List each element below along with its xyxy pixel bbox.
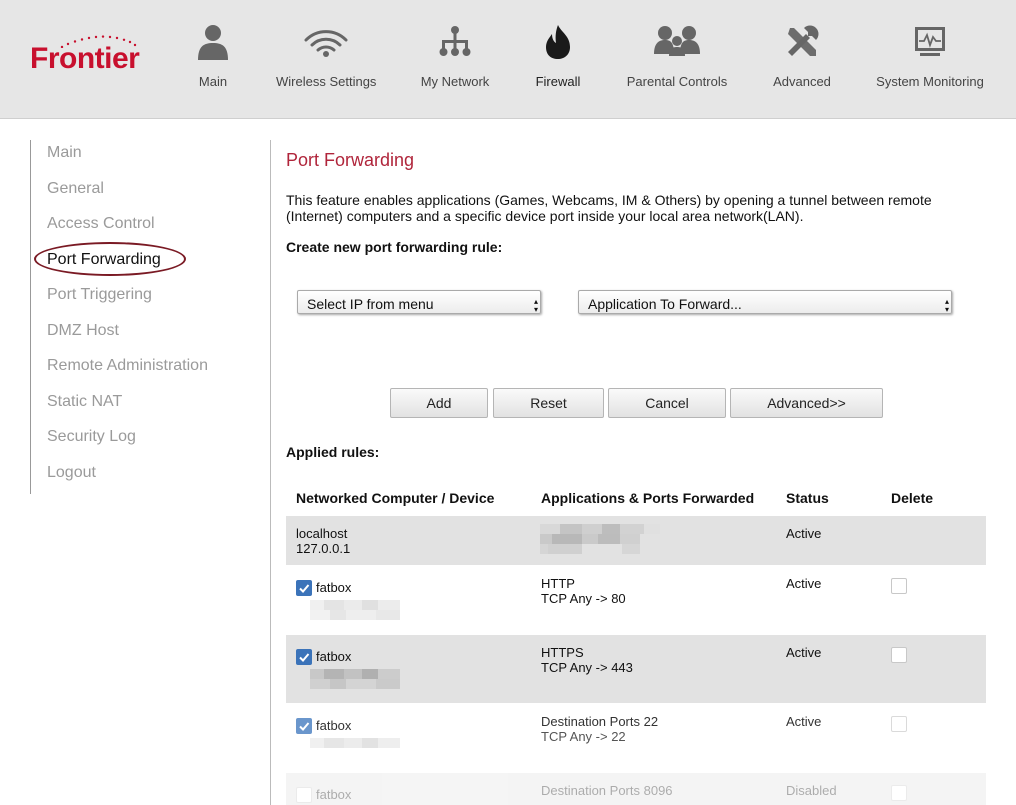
table-row: fatbox Destination Ports 8096 Disabled [286, 773, 986, 805]
rule-status: Active [786, 526, 822, 541]
nav-system-monitoring[interactable]: System Monitoring [875, 24, 985, 89]
redacted-ip [310, 669, 400, 689]
content-divider [270, 140, 271, 805]
advanced-button[interactable]: Advanced>> [730, 388, 883, 418]
checkmark-icon [299, 653, 310, 662]
application-select[interactable]: Application To Forward... ▴ ▾ [578, 290, 952, 314]
sidebar-item-main[interactable]: Main [47, 144, 82, 162]
nav-wireless-settings[interactable]: Wireless Settings [276, 24, 376, 89]
rule-ports: TCP Any -> 80 [541, 591, 626, 606]
logo-wordmark: Frontier [30, 42, 140, 75]
delete-checkbox[interactable] [891, 785, 907, 801]
nav-label: System Monitoring [876, 74, 984, 89]
sidebar-item-dmz-host[interactable]: DMZ Host [47, 322, 119, 340]
rule-enable-checkbox[interactable] [296, 718, 312, 734]
chevron-down-icon: ▴ ▾ [533, 297, 538, 314]
nav-label: Wireless Settings [276, 74, 377, 89]
nav-label: Main [198, 74, 228, 89]
device-ip: 127.0.0.1 [296, 541, 351, 556]
sidebar: Main General Access Control Port Forward… [30, 140, 230, 494]
rule-enable-checkbox[interactable] [296, 580, 312, 596]
nav-label: Parental Controls [626, 74, 728, 89]
device-name: fatbox [316, 580, 352, 595]
nav-advanced[interactable]: Advanced [767, 24, 837, 89]
add-button[interactable]: Add [390, 388, 488, 418]
rule-status: Disabled [786, 783, 837, 798]
rule-application: HTTP [541, 576, 575, 591]
cancel-button[interactable]: Cancel [608, 388, 726, 418]
column-header-device: Networked Computer / Device [296, 490, 495, 506]
sidebar-item-remote-administration[interactable]: Remote Administration [47, 357, 208, 375]
page-description: This feature enables applications (Games… [286, 192, 932, 224]
rule-application: HTTPS [541, 645, 584, 660]
rule-status: Active [786, 645, 822, 660]
flame-icon [546, 25, 570, 59]
sidebar-item-access-control[interactable]: Access Control [47, 215, 155, 233]
checkmark-icon [299, 584, 310, 593]
rule-application: Destination Ports 22 [541, 714, 659, 729]
applied-rules-label: Applied rules: [286, 444, 380, 460]
rule-enable-checkbox[interactable] [296, 787, 312, 803]
table-row: fatbox HTTPS TCP Any -> 443 Active [286, 635, 986, 703]
sidebar-item-port-forwarding[interactable]: Port Forwarding [47, 251, 161, 269]
device-name: fatbox [316, 787, 352, 802]
ip-select[interactable]: Select IP from menu ▴ ▾ [297, 290, 541, 314]
nav-parental-controls[interactable]: Parental Controls [625, 24, 729, 89]
sidebar-item-security-log[interactable]: Security Log [47, 428, 136, 446]
ip-select-value: Select IP from menu [307, 296, 434, 312]
rule-application: Destination Ports 8096 [541, 783, 673, 798]
nav-label: My Network [420, 74, 490, 89]
rule-status: Active [786, 714, 822, 729]
page-title: Port Forwarding [286, 150, 415, 170]
sidebar-item-general[interactable]: General [47, 180, 104, 198]
wifi-icon [304, 30, 348, 57]
table-row: localhost 127.0.0.1 Active [286, 516, 986, 565]
checkmark-icon [299, 722, 310, 731]
nav-firewall[interactable]: Firewall [523, 24, 593, 89]
device-name: fatbox [316, 649, 352, 664]
delete-checkbox[interactable] [891, 578, 907, 594]
rule-status: Active [786, 576, 822, 591]
frontier-logo[interactable]: Frontier [30, 35, 150, 76]
table-row: fatbox Destination Ports 22 TCP Any -> 2… [286, 704, 986, 772]
reset-button[interactable]: Reset [493, 388, 604, 418]
redacted-ip [310, 600, 400, 620]
nav-main[interactable]: Main [183, 24, 243, 89]
sidebar-item-logout[interactable]: Logout [47, 464, 96, 482]
tools-icon [788, 25, 819, 56]
person-icon [198, 25, 228, 60]
network-tree-icon [439, 26, 471, 56]
application-select-value: Application To Forward... [588, 296, 742, 312]
table-row: fatbox HTTP TCP Any -> 80 Active [286, 566, 986, 634]
redacted-ip [310, 738, 400, 750]
nav-label: Advanced [773, 74, 831, 89]
delete-checkbox[interactable] [891, 716, 907, 732]
top-header: Frontier Main Wireless Settings My Netwo… [0, 0, 1016, 119]
sidebar-item-port-triggering[interactable]: Port Triggering [47, 286, 152, 304]
nav-label: Firewall [535, 74, 581, 89]
rule-ports: TCP Any -> 443 [541, 660, 633, 675]
monitor-icon [915, 27, 945, 56]
device-name: fatbox [316, 718, 352, 733]
create-rule-label: Create new port forwarding rule: [286, 239, 503, 255]
rule-ports: TCP Any -> 22 [541, 729, 626, 744]
column-header-delete: Delete [891, 490, 934, 506]
device-name: localhost [296, 526, 348, 541]
rule-enable-checkbox[interactable] [296, 649, 312, 665]
delete-checkbox[interactable] [891, 647, 907, 663]
nav-my-network[interactable]: My Network [415, 24, 495, 89]
column-header-apps: Applications & Ports Forwarded [541, 490, 755, 506]
redacted-ports [540, 524, 670, 554]
column-header-status: Status [786, 490, 829, 506]
chevron-down-icon: ▴ ▾ [944, 297, 949, 314]
family-icon [654, 26, 700, 56]
sidebar-item-static-nat[interactable]: Static NAT [47, 393, 122, 411]
